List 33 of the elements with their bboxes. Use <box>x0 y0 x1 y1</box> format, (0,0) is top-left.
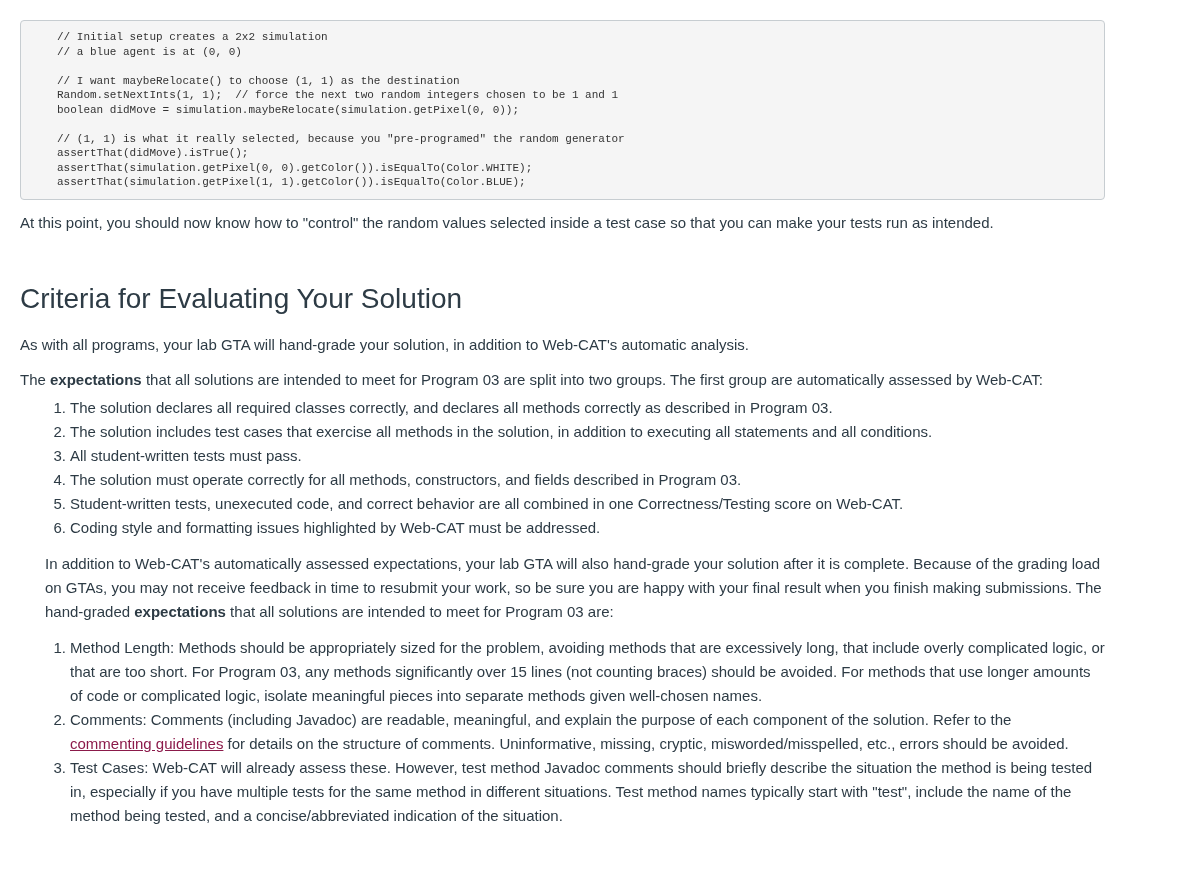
list-number: 4. <box>52 469 67 490</box>
list-item-text: Student-written tests, unexecuted code, and correct behavior are all combined in one Correctness/Testing score on Web-CAT. <box>70 493 904 514</box>
paragraph: As with all programs, your lab GTA will hand-grade your solution, in addition to Web-CAT's automatic analysis. <box>20 334 751 355</box>
list-number: 2. <box>52 421 67 442</box>
list-number: 1. <box>52 637 67 658</box>
code-line: boolean didMove = simulation.maybeRelocate(simulation.getPixel(0, 0)); <box>57 102 521 117</box>
list-item-text: The solution declares all required classes correctly, and declares all methods correctly as described in Program 03. <box>70 397 833 418</box>
code-line: Random.setNextInts(1, 1); // force the next two random integers chosen to be 1 and 1 <box>57 88 620 103</box>
list-item-text: Test Cases: Web-CAT will already assess these. However, test method Javadoc comments should briefly describe the situation the method is being tested in, especially if you have multiple tests for the same method in different situations. Test method names typically start with "test", include the name of the method being tested, and a concise/abbreviated indication of the situation. <box>70 757 1094 826</box>
list-number: 2. <box>52 709 67 730</box>
code-line: assertThat(simulation.getPixel(0, 0).getColor()).isEqualTo(Color.WHITE); <box>57 160 534 175</box>
list-number: 5. <box>52 493 67 514</box>
list-number: 3. <box>52 757 67 778</box>
list-item-text: All student-written tests must pass. <box>70 445 302 466</box>
paragraph: The expectations that all solutions are intended to meet for Program 03 are split into two groups. The first group are automatically assessed by Web-CAT: <box>20 369 1044 390</box>
paragraph: In addition to Web-CAT's automatically assessed expectations, your lab GTA will also hand-grade your solution after it is complete. Because of the grading load on GTAs, you may not receive feedback in time to resubmit your work, so be sure you are happy with your final result when you finish making submissions. The hand-graded expectations that all solutions are intended to meet for Program 03 are: <box>44 553 1103 622</box>
list-item-text: The solution includes test cases that exercise all methods in the solution, in addition to executing all statements and all conditions. <box>70 421 933 442</box>
code-line: // a blue agent is at (0, 0) <box>57 44 243 59</box>
code-line: // (1, 1) is what it really selected, because you "pre-programed" the random generator <box>57 131 626 146</box>
list-item-text: Comments: Comments (including Javadoc) are readable, meaningful, and explain the purpose of each component of the solution. Refer to the commenting guidelines for details on the structure of comments. Uninformative, missing, cryptic, misworded/misspelled, etc., errors should be avoided. <box>70 709 1070 754</box>
list-item-text: Method Length: Methods should be appropriately sized for the problem, avoiding methods that are excessively long, that include overly complicated logic, or that are too short. For Program 03, any methods significantly over 15 lines (not counting braces) should be avoided. For methods that use longer amounts of code or complicated logic, isolate meaningful pieces into separate methods given well-chosen names. <box>70 637 1105 706</box>
commenting-guidelines-link[interactable]: commenting guidelines <box>70 734 224 752</box>
list-number: 1. <box>52 397 67 418</box>
list-item-text: The solution must operate correctly for all methods, constructors, and fields described in Program 03. <box>70 469 742 490</box>
list-number: 3. <box>52 445 67 466</box>
code-line: assertThat(didMove).isTrue(); <box>57 146 250 161</box>
code-line: // Initial setup creates a 2x2 simulation <box>57 30 329 45</box>
list-item-text: Coding style and formatting issues highlighted by Web-CAT must be addressed. <box>70 517 601 538</box>
code-line: assertThat(simulation.getPixel(1, 1).getColor()).isEqualTo(Color.BLUE); <box>57 175 527 190</box>
paragraph: At this point, you should now know how to "control" the random values selected inside a test case so that you can make your tests run as intended. <box>20 212 995 233</box>
section-heading: Criteria for Evaluating Your Solution <box>20 281 464 316</box>
code-line: // I want maybeRelocate() to choose (1, 1) as the destination <box>57 73 461 88</box>
list-number: 6. <box>52 517 67 538</box>
